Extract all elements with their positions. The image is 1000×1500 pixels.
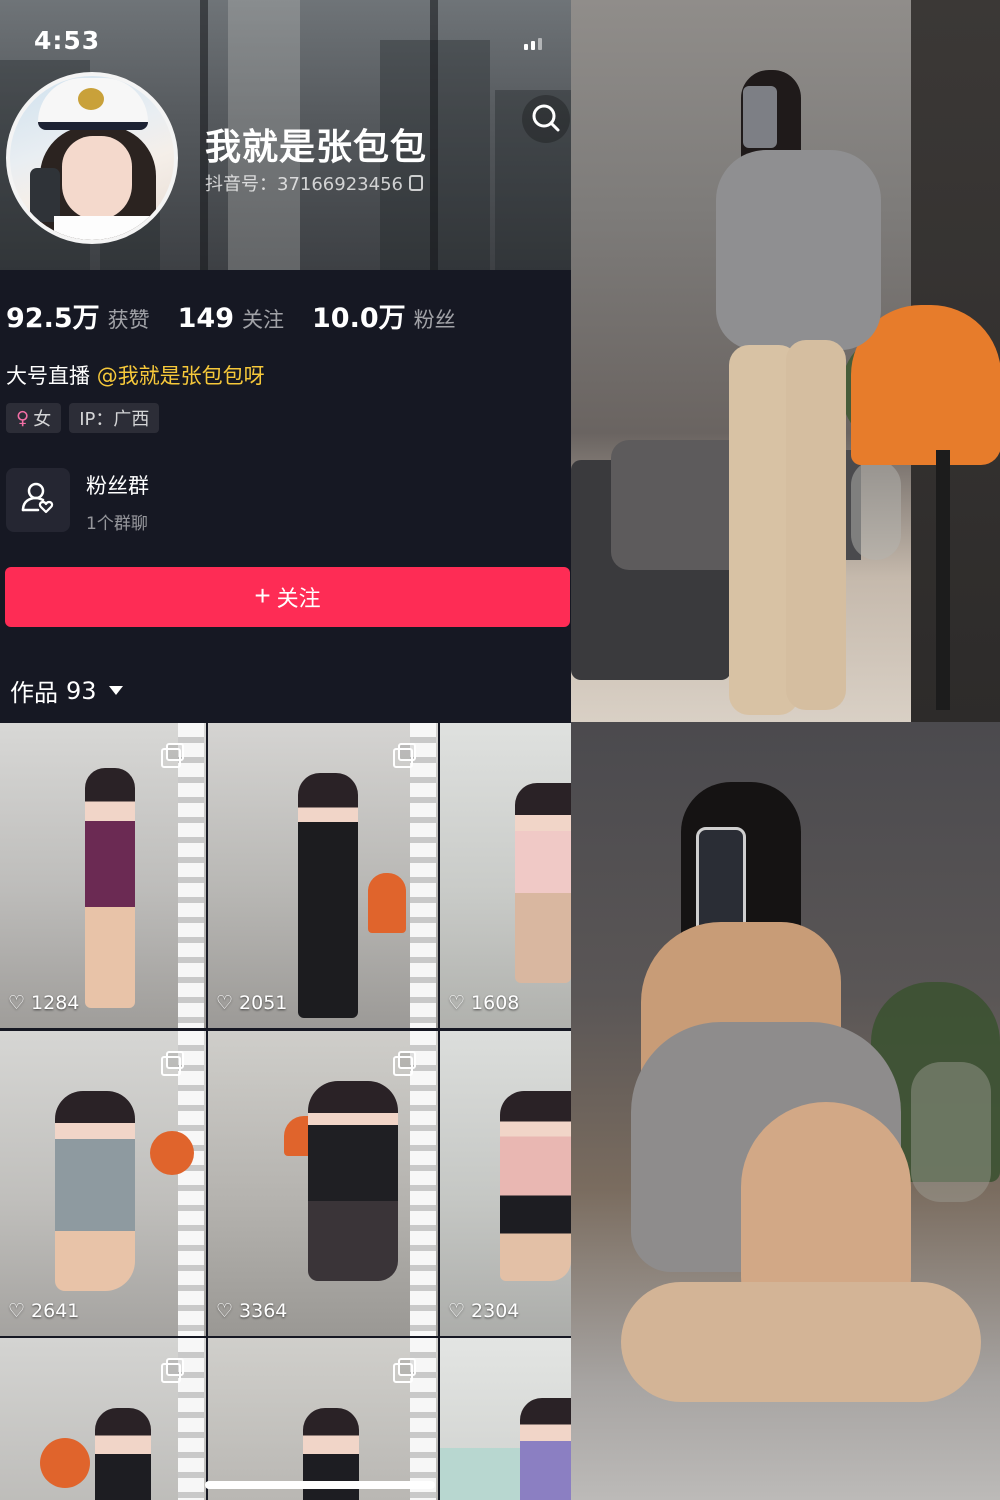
video-thumbnail[interactable]: ♡ 3364 [208,1031,438,1336]
video-thumbnail[interactable]: ♡ 2304 [440,1031,571,1336]
multi-image-icon [161,743,184,768]
video-thumbnail[interactable]: ♡ 1608 [440,723,571,1028]
heart-icon: ♡ [448,1300,466,1322]
video-thumbnail[interactable] [208,1338,438,1500]
follow-button[interactable]: + 关注 [5,567,570,627]
stat-likes[interactable]: 92.5万 获赞 [6,296,150,335]
follow-button-label: 关注 [276,586,321,611]
profile-stats: 92.5万 获赞 149 关注 10.0万 粉丝 [6,296,456,335]
video-likes-count: 2304 [471,1300,520,1322]
female-icon: ♀ [16,407,30,429]
stat-following-label: 关注 [242,308,284,332]
ip-tag: IP：广西 [69,403,160,433]
gender-tag-label: 女 [33,409,52,430]
multi-image-icon [393,1051,416,1076]
multi-image-icon [393,1358,416,1383]
video-likes: ♡ 3364 [216,1300,287,1322]
douyin-id[interactable]: 抖音号：37166923456 [205,170,423,196]
profile-tags: ♀ 女 IP：广西 [6,403,160,433]
signal-icon [524,38,542,50]
bio-text: 大号直播 [6,364,90,388]
fans-group-title[interactable]: 粉丝群 [86,470,149,500]
stat-following[interactable]: 149 关注 [178,303,284,334]
search-button[interactable] [522,95,570,143]
video-likes-count: 1284 [31,992,80,1014]
copy-icon[interactable] [408,175,423,191]
video-thumbnail[interactable]: ♡ 2051 [208,723,438,1028]
video-thumbnail[interactable] [440,1338,571,1500]
heart-icon: ♡ [8,992,26,1014]
multi-image-icon [161,1358,184,1383]
heart-icon: ♡ [448,992,466,1014]
mirror-photo-top [571,0,1000,722]
ip-tag-label: IP：广西 [79,409,150,430]
video-likes: ♡ 2304 [448,1300,519,1322]
profile-bio: 大号直播 @我就是张包包呀 [6,360,265,390]
douyin-id-text: 抖音号：37166923456 [205,174,403,195]
profile-name: 我就是张包包 [205,127,428,168]
profile-screen: 4:53 我就是张包包 抖音号：37166923456 92.5万 获赞 149 [0,0,571,1500]
heart-icon: ♡ [8,1300,26,1322]
stat-likes-label: 获赞 [107,308,150,332]
multi-image-icon [161,1051,184,1076]
video-likes-count: 3364 [239,1300,288,1322]
video-likes: ♡ 2641 [8,1300,79,1322]
video-thumbnail[interactable] [0,1338,206,1500]
fans-group-icon [21,482,54,514]
caret-down-icon [108,686,123,695]
stat-followers[interactable]: 10.0万 粉丝 [312,296,456,335]
stat-followers-label: 粉丝 [413,308,456,332]
stat-following-number: 149 [177,303,234,334]
gender-tag: ♀ 女 [6,403,62,433]
stat-followers-number: 10.0万 [312,303,406,334]
stat-likes-number: 92.5万 [6,303,100,334]
video-thumbnail[interactable]: ♡ 2641 [0,1031,206,1336]
bio-mention-link[interactable]: @我就是张包包呀 [97,364,265,388]
multi-image-icon [393,743,416,768]
works-tab-label: 作品 [10,679,58,707]
fans-group-subtitle: 1个群聊 [86,514,148,534]
video-likes-count: 1608 [471,992,520,1014]
search-icon [532,104,560,132]
video-likes: ♡ 1284 [8,992,79,1014]
mirror-photo-bottom [571,722,1000,1500]
video-likes-count: 2051 [239,992,288,1014]
plus-icon: + [254,579,271,611]
video-thumbnail[interactable]: ♡ 1284 [0,723,206,1028]
video-likes-count: 2641 [31,1300,80,1322]
video-likes: ♡ 2051 [216,992,287,1014]
heart-icon: ♡ [216,1300,234,1322]
avatar[interactable] [6,72,178,244]
status-time: 4:53 [34,26,101,55]
home-indicator [205,1481,435,1489]
fans-group-button[interactable] [6,468,70,532]
video-likes: ♡ 1608 [448,992,519,1014]
works-count: 93 [66,676,97,705]
tab-works[interactable]: 作品 93 [10,673,123,708]
heart-icon: ♡ [216,992,234,1014]
